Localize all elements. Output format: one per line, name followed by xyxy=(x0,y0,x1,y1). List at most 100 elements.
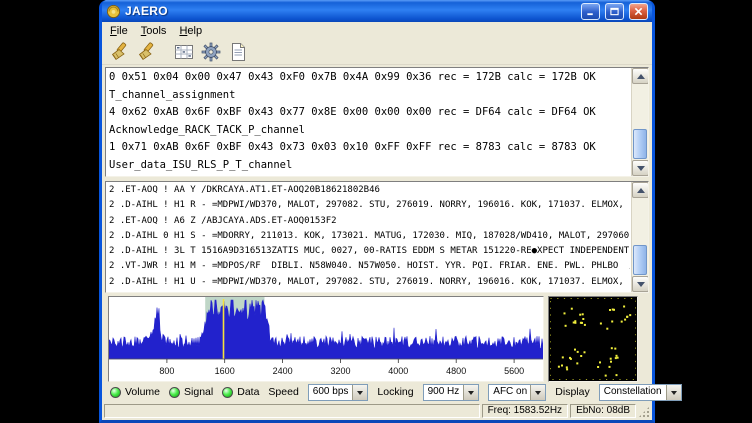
constellation-dot xyxy=(599,361,601,363)
log-file-button[interactable] xyxy=(225,40,250,63)
constellation-dot xyxy=(579,314,581,316)
status-bar: Freq: 1583.52Hz EbNo: 08dB xyxy=(102,402,652,420)
log-line: 2 .D-AIHL ! 3L T 1516A9D316513ZATIS MUC,… xyxy=(109,244,630,259)
acars-message-content: 2 .ET-AOQ ! AA Y /DKRCAYA.AT1.ET-AOQ20B1… xyxy=(109,183,630,291)
locking-select[interactable]: 900 Hz xyxy=(423,384,480,401)
dropdown-button[interactable] xyxy=(530,385,545,400)
constellation-dot xyxy=(574,320,576,322)
constellation-dot xyxy=(574,349,576,351)
constellation-dot xyxy=(600,323,602,325)
constellation-dot xyxy=(577,351,579,353)
constellation-dot xyxy=(576,362,578,364)
axis-tick-label: 4000 xyxy=(388,366,408,376)
data-led-icon xyxy=(222,387,233,398)
dropdown-button[interactable] xyxy=(666,385,681,400)
scrollbar-thumb[interactable] xyxy=(633,129,647,159)
constellation-dot xyxy=(606,328,608,330)
arrow-up-icon xyxy=(637,184,645,193)
dropdown-button[interactable] xyxy=(352,385,367,400)
data-indicator: Data xyxy=(222,386,259,398)
maximize-button[interactable] xyxy=(605,3,624,20)
scroll-up-button[interactable] xyxy=(632,68,649,84)
menu-help[interactable]: Help xyxy=(173,24,208,38)
binary-data-button[interactable] xyxy=(171,40,196,63)
titlebar[interactable]: JAERO xyxy=(102,0,652,22)
broom-icon xyxy=(136,42,156,62)
afc-select[interactable]: AFC on xyxy=(488,384,546,401)
axis-tick-label: 4800 xyxy=(446,366,466,376)
constellation-display xyxy=(548,296,638,382)
packet-log-scrollbar[interactable] xyxy=(631,68,648,176)
signal-indicator: Signal xyxy=(169,386,213,398)
constellation-dot xyxy=(616,355,618,357)
display-select[interactable]: Constellation xyxy=(599,384,682,401)
acars-message-pane[interactable]: 2 .ET-AOQ ! AA Y /DKRCAYA.AT1.ET-AOQ20B1… xyxy=(105,181,649,293)
constellation-dot xyxy=(564,312,566,314)
log-line: User_data_ISU_RLS_P_T_channel xyxy=(109,157,630,175)
constellation-dot xyxy=(609,309,611,311)
chevron-down-icon xyxy=(357,391,363,398)
chevron-down-icon xyxy=(671,391,677,398)
chevron-down-icon xyxy=(535,391,541,398)
chevron-down-icon xyxy=(468,391,474,398)
displays-row: 800160024003200400048005600 xyxy=(108,296,646,382)
volume-led-icon xyxy=(110,387,121,398)
status-ebno: EbNo: 08dB xyxy=(570,404,636,418)
volume-label: Volume xyxy=(125,386,160,398)
packet-log-pane[interactable]: 0 0x51 0x04 0x00 0x47 0x43 0xF0 0x7B 0x4… xyxy=(105,67,649,177)
status-frequency: Freq: 1583.52Hz xyxy=(482,404,569,418)
menu-tools[interactable]: Tools xyxy=(135,24,173,38)
settings-button[interactable] xyxy=(198,40,223,63)
constellation-dot xyxy=(615,357,617,359)
menubar: File Tools Help xyxy=(102,22,652,39)
packet-log-content: 0 0x51 0x04 0x00 0x47 0x43 0xF0 0x7B 0x4… xyxy=(109,69,630,175)
scroll-down-button[interactable] xyxy=(632,160,649,176)
constellation-dot xyxy=(614,348,616,350)
log-line: 0 0x51 0x04 0x00 0x47 0x43 0xF0 0x7B 0x4… xyxy=(109,69,630,87)
status-filler xyxy=(104,404,480,418)
constellation-dot xyxy=(616,374,618,376)
speed-label: Speed xyxy=(268,386,298,398)
display-value: Constellation xyxy=(600,385,666,400)
spectrum-display[interactable]: 800160024003200400048005600 xyxy=(108,296,544,382)
broom-icon xyxy=(109,42,129,62)
minimize-button[interactable] xyxy=(581,3,600,20)
acars-message-scrollbar[interactable] xyxy=(631,182,648,292)
speed-value: 600 bps xyxy=(309,385,353,400)
display-label: Display xyxy=(555,386,589,398)
signal-led-icon xyxy=(169,387,180,398)
log-line: 2 .ET-AOQ ! AA Y /DKRCAYA.AT1.ET-AOQ20B1… xyxy=(109,183,630,198)
constellation-dot xyxy=(562,356,564,358)
close-icon xyxy=(634,7,643,16)
binary-grid-icon xyxy=(174,42,194,62)
close-button[interactable] xyxy=(629,3,648,20)
constellation-plot xyxy=(549,297,637,381)
clear-message-log-button[interactable] xyxy=(133,40,158,63)
clear-packet-log-button[interactable] xyxy=(106,40,131,63)
log-line: 2 .ET-AOQ ! A6 Z /ABJCAYA.ADS.ET-AOQ0153… xyxy=(109,214,630,229)
arrow-down-icon xyxy=(637,166,645,175)
log-line: 2 .D-AIHL 0 H1 S - =MDORRY, 211013. KOK,… xyxy=(109,229,630,244)
constellation-dot xyxy=(561,365,563,367)
menu-file[interactable]: File xyxy=(104,24,134,38)
arrow-down-icon xyxy=(637,282,645,291)
constellation-dot xyxy=(611,321,613,323)
log-line: 2 .D-AIHL ! H1 U - =MDPWI/WD370, MALOT, … xyxy=(109,275,630,290)
constellation-dot xyxy=(584,351,586,353)
locking-value: 900 Hz xyxy=(424,385,464,400)
constellation-dot xyxy=(581,322,583,324)
log-line: 1 0x71 0xAB 0x6F 0xBF 0x43 0x73 0x03 0x1… xyxy=(109,139,630,157)
axis-tick-label: 1600 xyxy=(215,366,235,376)
scroll-up-button[interactable] xyxy=(632,182,649,198)
scrollbar-thumb[interactable] xyxy=(633,245,647,275)
volume-indicator: Volume xyxy=(110,386,160,398)
speed-select[interactable]: 600 bps xyxy=(308,384,369,401)
spectrum-trace xyxy=(109,300,543,359)
constellation-dot xyxy=(582,318,584,320)
dropdown-button[interactable] xyxy=(463,385,478,400)
constellation-dot xyxy=(610,358,612,360)
resize-grip[interactable] xyxy=(638,406,650,418)
window-title: JAERO xyxy=(125,4,576,18)
scroll-down-button[interactable] xyxy=(632,276,649,292)
constellation-dot xyxy=(582,313,584,315)
